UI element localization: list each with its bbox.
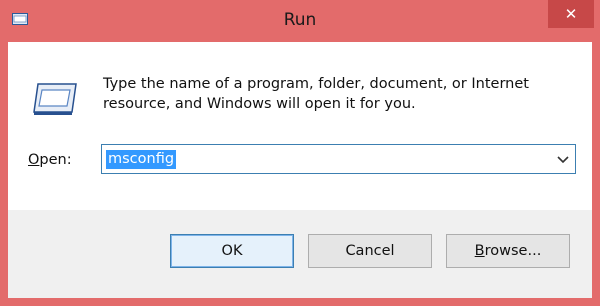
description-text: Type the name of a program, folder, docu… [103, 76, 529, 112]
open-combobox[interactable]: msconfig [101, 144, 576, 174]
close-button[interactable]: ✕ [548, 0, 594, 28]
cancel-button[interactable]: Cancel [308, 234, 432, 268]
open-label-accelerator: O [28, 152, 40, 168]
run-large-icon [30, 78, 80, 118]
open-label-rest: pen: [39, 152, 72, 168]
browse-button[interactable]: Browse... [446, 234, 570, 268]
window-title: Run [283, 10, 317, 30]
browse-label-rest: rowse... [484, 243, 542, 259]
open-label: Open: [28, 152, 72, 168]
open-input[interactable]: msconfig [106, 150, 177, 169]
run-dialog: Run ✕ Type the name of a program, folder… [0, 0, 600, 306]
close-icon: ✕ [564, 5, 578, 23]
ok-button[interactable]: OK [170, 234, 294, 268]
title-bar[interactable]: Run ✕ [0, 0, 600, 42]
browse-accelerator: B [474, 243, 485, 259]
chevron-down-icon[interactable] [555, 151, 571, 167]
dialog-content: Type the name of a program, folder, docu… [8, 42, 592, 210]
button-bar: OK Cancel Browse... [8, 210, 592, 298]
